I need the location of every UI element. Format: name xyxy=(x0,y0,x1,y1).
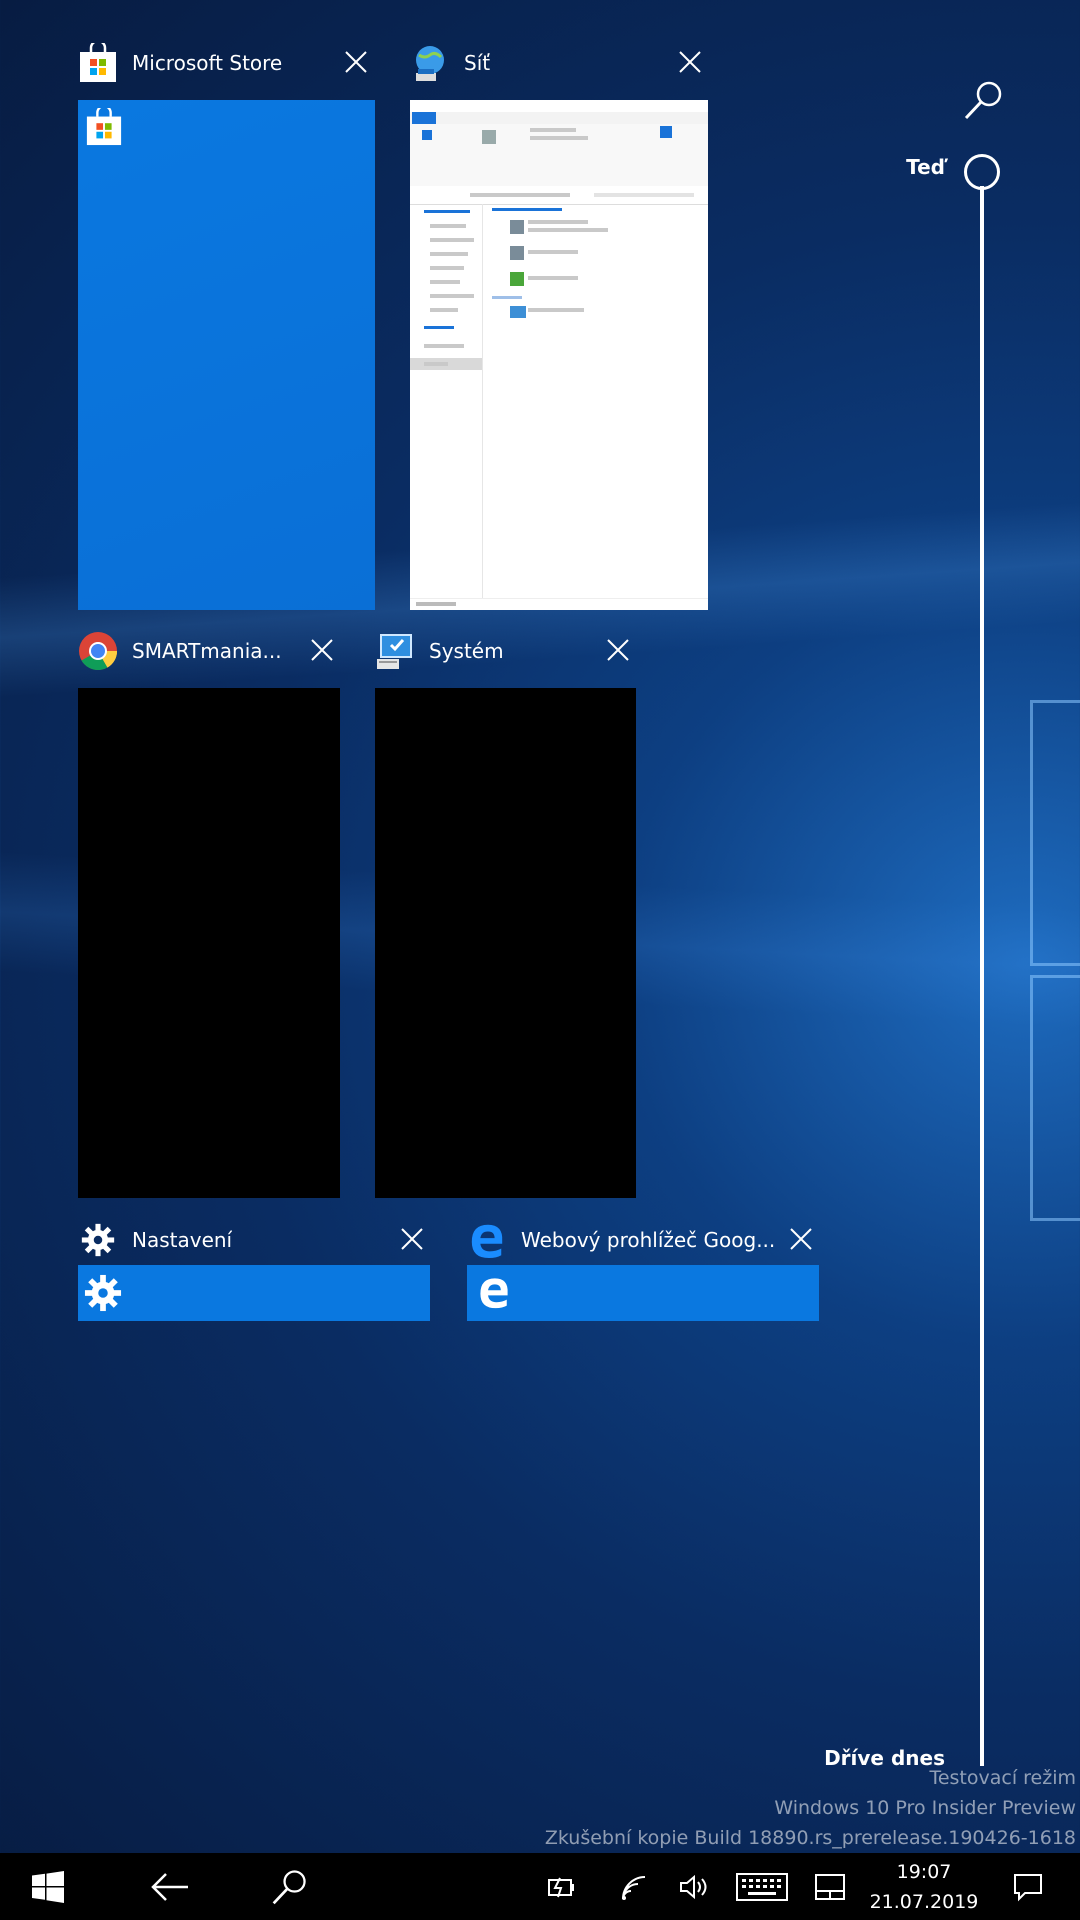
timeline-label-earlier: Dříve dnes xyxy=(824,1746,945,1770)
system-icon xyxy=(375,631,415,671)
windows-logo-icon xyxy=(32,1870,64,1903)
close-icon[interactable] xyxy=(672,44,708,80)
card-title: Microsoft Store xyxy=(132,51,283,75)
card-title: Systém xyxy=(429,639,504,663)
touch-keyboard-icon[interactable] xyxy=(734,1853,790,1920)
close-icon[interactable] xyxy=(338,44,374,80)
store-icon xyxy=(85,104,123,150)
wifi-icon[interactable] xyxy=(612,1853,656,1920)
start-button[interactable] xyxy=(20,1853,76,1920)
card-preview[interactable] xyxy=(375,688,636,1198)
gear-icon xyxy=(78,1220,118,1260)
battery-charging-icon[interactable] xyxy=(540,1853,584,1920)
edge-icon xyxy=(467,1220,507,1260)
wallpaper-logo xyxy=(1030,700,1080,966)
search-icon[interactable] xyxy=(962,78,1006,122)
clock[interactable]: 19:07 21.07.2019 xyxy=(862,1857,986,1917)
touchpad-icon[interactable] xyxy=(808,1853,852,1920)
card-title: SMARTmania.... xyxy=(132,639,282,663)
watermark-line: Testovací režim xyxy=(929,1767,1076,1789)
card-preview[interactable] xyxy=(78,1265,430,1321)
card-preview[interactable] xyxy=(467,1265,819,1321)
action-center-button[interactable] xyxy=(1004,1853,1052,1920)
search-icon xyxy=(272,1869,306,1904)
gear-icon xyxy=(84,1274,122,1316)
card-preview[interactable] xyxy=(78,688,340,1198)
task-card-network[interactable]: Síť xyxy=(410,38,708,610)
store-icon xyxy=(78,43,118,83)
close-icon[interactable] xyxy=(304,632,340,668)
card-title: Webový prohlížeč Goog... xyxy=(521,1228,776,1252)
notification-icon xyxy=(1014,1873,1042,1901)
timeline-label-now: Teď xyxy=(906,155,945,179)
back-button[interactable] xyxy=(142,1853,198,1920)
card-title: Síť xyxy=(464,51,491,75)
card-preview[interactable] xyxy=(410,100,708,610)
clock-date: 21.07.2019 xyxy=(869,1891,979,1913)
search-button[interactable] xyxy=(262,1853,318,1920)
taskbar: 19:07 21.07.2019 xyxy=(0,1853,1080,1920)
watermark-line: Windows 10 Pro Insider Preview xyxy=(774,1797,1076,1819)
close-icon[interactable] xyxy=(600,632,636,668)
timeline-scrubber[interactable] xyxy=(964,154,1000,190)
watermark-line: Zkušební kopie Build 18890.rs_prerelease… xyxy=(544,1827,1076,1849)
timeline-line[interactable] xyxy=(980,186,984,1766)
chrome-icon xyxy=(78,631,118,671)
task-card-microsoft-store[interactable]: Microsoft Store xyxy=(78,38,375,610)
explorer-window-preview xyxy=(410,100,708,610)
edge-icon xyxy=(477,1275,511,1313)
volume-icon[interactable] xyxy=(672,1853,716,1920)
clock-time: 19:07 xyxy=(896,1861,952,1883)
close-icon[interactable] xyxy=(394,1221,430,1257)
card-preview[interactable] xyxy=(78,100,375,610)
task-card-system[interactable]: Systém xyxy=(375,626,636,1198)
back-arrow-icon xyxy=(151,1872,188,1901)
network-icon xyxy=(410,43,450,83)
task-card-chrome[interactable]: SMARTmania.... xyxy=(78,626,340,1198)
card-title: Nastavení xyxy=(132,1228,233,1252)
task-card-settings[interactable]: Nastavení xyxy=(78,1215,430,1321)
close-icon[interactable] xyxy=(783,1221,819,1257)
wallpaper-logo xyxy=(1030,975,1080,1221)
task-card-edge[interactable]: Webový prohlížeč Goog... xyxy=(467,1215,819,1321)
